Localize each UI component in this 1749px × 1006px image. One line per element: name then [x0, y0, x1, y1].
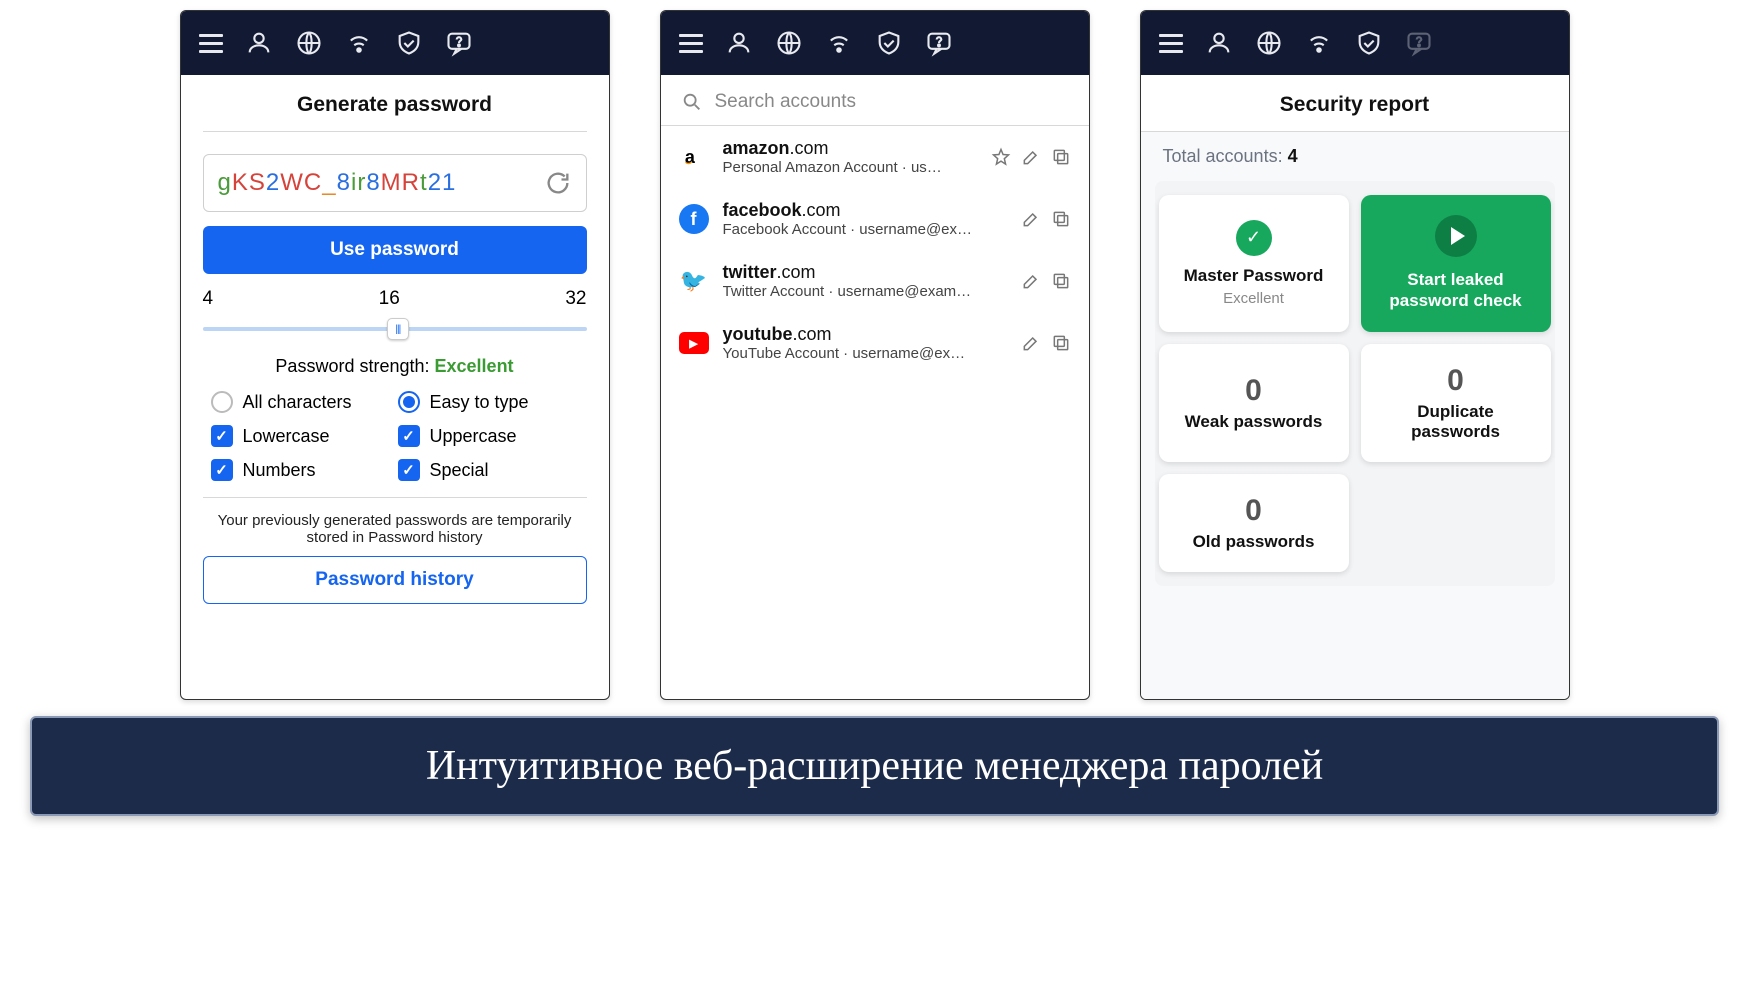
shield-icon[interactable]: [875, 29, 903, 57]
master-password-card[interactable]: ✓ Master Password Excellent: [1159, 195, 1349, 332]
shield-icon[interactable]: [1355, 29, 1383, 57]
profile-icon[interactable]: [245, 29, 273, 57]
radio-easy-type[interactable]: Easy to type: [398, 391, 579, 413]
weak-passwords-card[interactable]: 0 Weak passwords: [1159, 344, 1349, 462]
star-icon[interactable]: [991, 147, 1011, 167]
cards-grid: ✓ Master Password Excellent Start leaked…: [1155, 181, 1555, 586]
content: Search accounts a⌣ amazon.com Personal A…: [661, 75, 1089, 699]
chk-lowercase[interactable]: ✓Lowercase: [211, 425, 392, 447]
topbar: [181, 11, 609, 75]
edit-icon[interactable]: [1021, 147, 1041, 167]
amazon-icon: a⌣: [679, 142, 709, 172]
content: Security report Total accounts: 4 ✓ Mast…: [1141, 75, 1569, 699]
wifi-icon[interactable]: [1305, 29, 1333, 57]
chk-numbers[interactable]: ✓Numbers: [211, 459, 392, 481]
strength-value: Excellent: [435, 356, 514, 376]
menu-icon[interactable]: [199, 34, 223, 53]
chk-special[interactable]: ✓Special: [398, 459, 579, 481]
strength-row: Password strength: Excellent: [181, 356, 609, 377]
copy-icon[interactable]: [1051, 271, 1071, 291]
account-row[interactable]: a⌣ amazon.com Personal Amazon Account · …: [661, 126, 1089, 188]
panels-row: Generate password gKS2WC_8ir8MRt21 Use p…: [10, 10, 1739, 700]
slider-labels: 4 16 32: [203, 288, 587, 310]
content: Generate password gKS2WC_8ir8MRt21 Use p…: [181, 75, 609, 699]
check-icon: ✓: [1236, 220, 1272, 256]
leaked-check-card[interactable]: Start leaked password check: [1361, 195, 1551, 332]
slider-value: 16: [379, 288, 400, 310]
divider: [203, 497, 587, 498]
edit-icon[interactable]: [1021, 209, 1041, 229]
help-icon[interactable]: [925, 29, 953, 57]
twitter-icon: 🐦: [679, 266, 709, 296]
caption-banner: Интуитивное веб-расширение менеджера пар…: [30, 716, 1719, 816]
account-row[interactable]: 🐦 twitter.com Twitter Account · username…: [661, 250, 1089, 312]
copy-icon[interactable]: [1051, 209, 1071, 229]
slider-min: 4: [203, 288, 214, 310]
topbar: [661, 11, 1089, 75]
menu-icon[interactable]: [1159, 34, 1183, 53]
radio-all-chars[interactable]: All characters: [211, 391, 392, 413]
slider-thumb[interactable]: [387, 318, 409, 340]
copy-icon[interactable]: [1051, 147, 1071, 167]
copy-icon[interactable]: [1051, 333, 1071, 353]
shield-icon[interactable]: [395, 29, 423, 57]
password-text: gKS2WC_8ir8MRt21: [218, 169, 457, 198]
slider-max: 32: [565, 288, 586, 310]
topbar: [1141, 11, 1569, 75]
globe-icon[interactable]: [775, 29, 803, 57]
profile-icon[interactable]: [725, 29, 753, 57]
profile-icon[interactable]: [1205, 29, 1233, 57]
chk-uppercase[interactable]: ✓Uppercase: [398, 425, 579, 447]
refresh-icon[interactable]: [544, 169, 572, 197]
page-title: Generate password: [181, 75, 609, 131]
search-icon: [681, 91, 703, 113]
edit-icon[interactable]: [1021, 271, 1041, 291]
wifi-icon[interactable]: [345, 29, 373, 57]
account-row[interactable]: f facebook.com Facebook Account · userna…: [661, 188, 1089, 250]
length-slider[interactable]: [203, 318, 587, 338]
edit-icon[interactable]: [1021, 333, 1041, 353]
total-accounts: Total accounts: 4: [1141, 132, 1569, 181]
play-icon: [1435, 215, 1477, 257]
search-bar[interactable]: Search accounts: [661, 75, 1089, 125]
panel-accounts: Search accounts a⌣ amazon.com Personal A…: [660, 10, 1090, 700]
search-placeholder: Search accounts: [715, 91, 857, 113]
wifi-icon[interactable]: [825, 29, 853, 57]
password-history-button[interactable]: Password history: [203, 556, 587, 604]
facebook-icon: f: [679, 204, 709, 234]
strength-label: Password strength:: [275, 356, 429, 376]
options-grid: All characters Easy to type ✓Lowercase ✓…: [211, 391, 579, 481]
globe-icon[interactable]: [1255, 29, 1283, 57]
globe-icon[interactable]: [295, 29, 323, 57]
youtube-icon: ▶: [679, 332, 709, 354]
old-passwords-card[interactable]: 0 Old passwords: [1159, 474, 1349, 572]
panel-generate: Generate password gKS2WC_8ir8MRt21 Use p…: [180, 10, 610, 700]
panel-security: Security report Total accounts: 4 ✓ Mast…: [1140, 10, 1570, 700]
account-row[interactable]: ▶ youtube.com YouTube Account · username…: [661, 312, 1089, 374]
help-icon[interactable]: [1405, 29, 1433, 57]
divider: [203, 131, 587, 132]
history-note: Your previously generated passwords are …: [209, 512, 581, 546]
use-password-button[interactable]: Use password: [203, 226, 587, 274]
duplicate-passwords-card[interactable]: 0 Duplicate passwords: [1361, 344, 1551, 462]
menu-icon[interactable]: [679, 34, 703, 53]
password-box: gKS2WC_8ir8MRt21: [203, 154, 587, 212]
help-icon[interactable]: [445, 29, 473, 57]
page-title: Security report: [1141, 75, 1569, 131]
